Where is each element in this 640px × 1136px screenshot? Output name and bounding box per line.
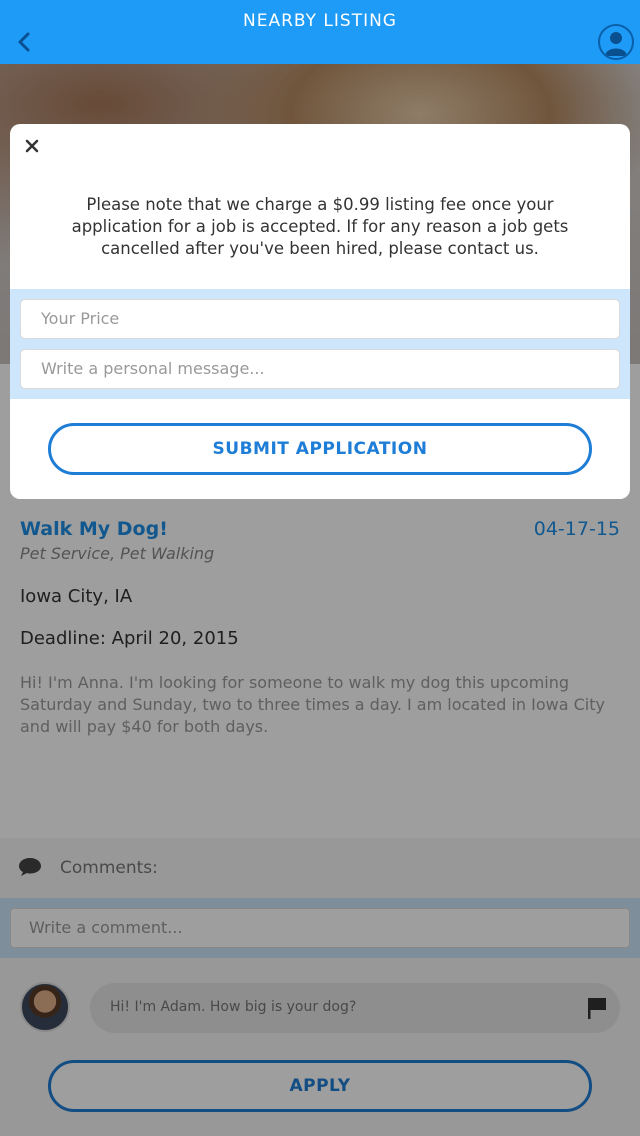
personal-message-input[interactable]: Write a personal message... [20,349,620,389]
page-title: NEARBY LISTING [243,11,397,31]
profile-button[interactable] [598,24,634,60]
app-header: NEARBY LISTING [0,0,640,64]
application-fields: Your Price Write a personal message... [10,289,630,399]
close-button[interactable] [22,136,42,156]
close-icon [25,139,39,153]
price-input[interactable]: Your Price [20,299,620,339]
fee-notice: Please note that we charge a $0.99 listi… [71,195,569,258]
apply-modal: Please note that we charge a $0.99 listi… [10,124,630,499]
submit-application-button[interactable]: SUBMIT APPLICATION [48,423,592,475]
user-icon [605,32,627,56]
